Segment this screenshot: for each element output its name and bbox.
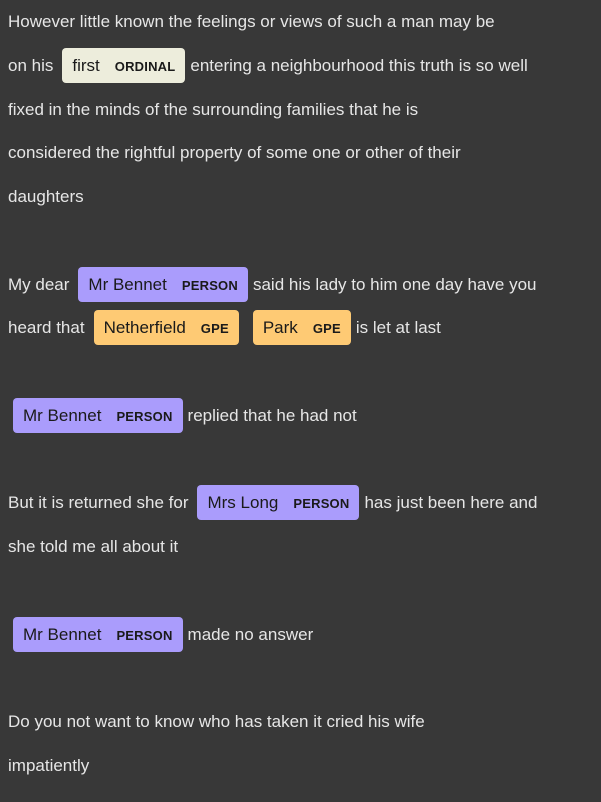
entity-person: Mr Bennet PERSON <box>13 397 183 433</box>
entity-text: Mr Bennet <box>23 405 102 425</box>
ner-document: However little known the feelings or vie… <box>0 0 601 802</box>
text-span: has just been here and <box>364 492 538 512</box>
text-span: daughters <box>8 186 84 206</box>
entity-text: first <box>72 55 100 75</box>
text-line: But it is returned she for Mrs Long PERSON… <box>8 484 538 520</box>
text-span: fixed in the minds of the surrounding fa… <box>8 99 419 119</box>
text-line: on his first ORDINAL entering a neighbourho… <box>8 47 528 83</box>
text-span: she told me all about it <box>8 536 179 556</box>
text-line: My dear Mr Bennet PERSON said his lady to h… <box>8 266 537 302</box>
text-line: Mr Bennet PERSON made no answer <box>8 616 314 652</box>
text-line: impatiently <box>8 750 89 780</box>
text-line: she told me all about it <box>8 531 178 561</box>
text-line: Do you not want to know who has taken it… <box>8 706 425 736</box>
entity-label: GPE <box>200 320 229 336</box>
entity-label: PERSON <box>293 495 350 511</box>
entity-label: GPE <box>312 320 341 336</box>
text-span: heard that <box>8 317 85 337</box>
text-line: Mr Bennet PERSON replied that he had not <box>8 397 357 433</box>
entity-person: Mrs Long PERSON <box>197 484 360 520</box>
entity-text: Mr Bennet <box>88 274 167 294</box>
text-span: My dear <box>8 274 70 294</box>
text-line: heard that Netherfield GPE Park GPE is let at… <box>8 309 441 345</box>
text-span: made no answer <box>187 624 314 644</box>
text-span: However little known the feelings or vie… <box>8 11 495 31</box>
text-line: However little known the feelings or vie… <box>8 6 495 36</box>
entity-text: Park <box>262 317 298 337</box>
entity-gpe: Netherfield GPE <box>93 309 239 345</box>
text-span: is let at last <box>355 317 441 337</box>
entity-ordinal: first ORDINAL <box>62 47 186 83</box>
text-line: daughters <box>8 181 84 211</box>
entity-person: Mr Bennet PERSON <box>13 616 183 652</box>
text-line: considered the rightful property of some… <box>8 137 461 167</box>
entity-label: PERSON <box>181 277 238 293</box>
text-span: But it is returned she for <box>8 492 189 512</box>
text-span: on his <box>8 55 54 75</box>
entity-text: Netherfield <box>103 317 186 337</box>
text-span: entering a neighbourhood this truth is s… <box>190 55 528 75</box>
entity-label: ORDINAL <box>114 58 176 74</box>
entity-label: PERSON <box>116 627 173 643</box>
text-span: impatiently <box>8 755 90 775</box>
entity-label: PERSON <box>116 408 173 424</box>
text-span: replied that he had not <box>187 405 357 425</box>
entity-person: Mr Bennet PERSON <box>78 266 248 302</box>
entity-gpe: Park GPE <box>252 309 351 345</box>
text-span: Do you not want to know who has taken it… <box>8 711 425 731</box>
text-line: fixed in the minds of the surrounding fa… <box>8 94 418 124</box>
entity-text: Mr Bennet <box>23 624 102 644</box>
text-span: said his lady to him one day have you <box>252 274 537 294</box>
text-span: considered the rightful property of some… <box>8 142 461 162</box>
entity-text: Mrs Long <box>207 492 279 512</box>
